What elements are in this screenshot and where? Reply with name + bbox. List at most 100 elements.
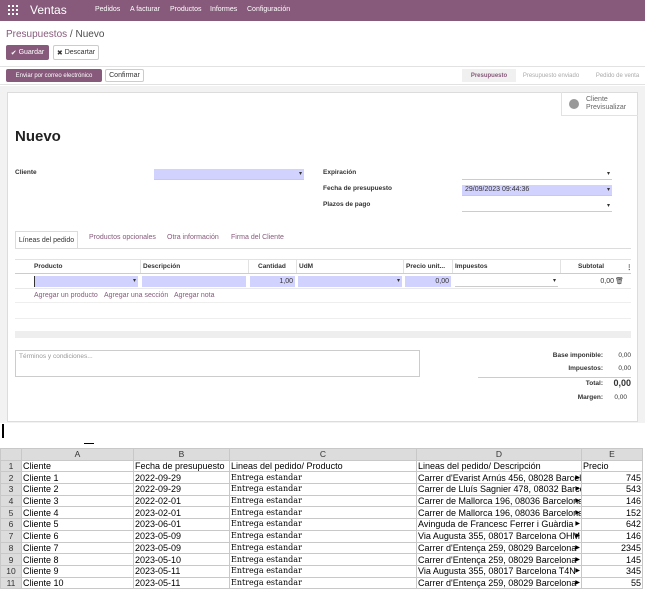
sheet-cell[interactable]: ▶ Carrer d'Entença 259, 08029 Barcelona bbox=[416, 576, 582, 590]
confirm-button[interactable]: Confirmar bbox=[105, 69, 144, 82]
sheet-cell[interactable]: ▶ Carrer d'Evarist Arnús 456, 08028 Barce… bbox=[416, 471, 582, 485]
sheet-cell[interactable]: Cliente 6 bbox=[21, 529, 134, 543]
sheet-cell[interactable]: ▶ Carrer de Mallorca 196, 08036 Barcelona bbox=[416, 506, 582, 520]
add-product-link[interactable]: Agregar un producto bbox=[34, 292, 98, 299]
sheet-cell[interactable]: Fecha de presupuesto bbox=[133, 459, 230, 473]
sheet-cell[interactable]: Cliente 2 bbox=[21, 483, 134, 496]
trash-icon[interactable]: 🗑 bbox=[615, 276, 625, 287]
row-number[interactable]: 8 bbox=[0, 541, 22, 555]
sheet-cell[interactable]: 745 bbox=[581, 471, 643, 485]
add-note-link[interactable]: Agregar nota bbox=[174, 292, 214, 299]
sheet-cell[interactable]: Entrega estandar bbox=[229, 553, 417, 566]
row-number[interactable]: 5 bbox=[0, 506, 22, 520]
breadcrumb-parent[interactable]: Presupuestos bbox=[6, 29, 67, 40]
sheet-cell[interactable]: Entrega estandar bbox=[229, 541, 417, 555]
quantity-input[interactable]: 1,00 bbox=[250, 276, 295, 287]
sheet-cell[interactable]: ▶ Carrer d'Entença 259, 08029 Barcelona bbox=[416, 541, 582, 555]
col-quantity[interactable]: Cantidad bbox=[258, 263, 286, 270]
row-number[interactable]: 4 bbox=[0, 494, 22, 508]
sheet-cell[interactable]: 55 bbox=[581, 576, 643, 590]
customer-input[interactable]: ▾ bbox=[154, 169, 304, 180]
sheet-cell[interactable]: Entrega estandar bbox=[229, 494, 417, 508]
tab-optional-products[interactable]: Productos opcionales bbox=[89, 234, 156, 241]
expiration-input[interactable]: ▾ bbox=[462, 169, 612, 180]
sheet-cell[interactable]: 2023-02-01 bbox=[133, 506, 230, 520]
row-number[interactable]: 2 bbox=[0, 471, 22, 485]
sheet-cell[interactable]: 2345 bbox=[581, 541, 643, 555]
sheet-cell[interactable]: 146 bbox=[581, 494, 643, 508]
row-number[interactable]: 9 bbox=[0, 553, 22, 566]
sheet-cell[interactable]: ▶ Carrer de Mallorca 196, 08036 Barcelona bbox=[416, 494, 582, 508]
row-number[interactable]: 10 bbox=[0, 564, 22, 578]
sheet-cell[interactable]: 2022-09-29 bbox=[133, 483, 230, 496]
nav-informes[interactable]: Informes bbox=[210, 6, 237, 13]
sheet-cell[interactable]: 2023-05-11 bbox=[133, 564, 230, 578]
row-number[interactable]: 3 bbox=[0, 483, 22, 496]
taxes-input[interactable]: ▾ bbox=[455, 276, 558, 287]
sheet-cell[interactable]: Entrega estandar bbox=[229, 471, 417, 485]
nav-configuracion[interactable]: Configuración bbox=[247, 6, 290, 13]
sheet-cell[interactable]: 2023-05-11 bbox=[133, 576, 230, 590]
product-input[interactable]: ▾ bbox=[34, 276, 138, 287]
sheet-cell[interactable]: Entrega estandar bbox=[229, 518, 417, 531]
sheet-cell[interactable]: Cliente 9 bbox=[21, 564, 134, 578]
row-number[interactable]: 6 bbox=[0, 518, 22, 531]
stage-presupuesto[interactable]: Presupuesto bbox=[462, 69, 516, 82]
column-options-icon[interactable]: ⋮ bbox=[626, 263, 633, 271]
sheet-cell[interactable]: ▶ Via Augusta 355, 08017 Barcelona T4N bbox=[416, 564, 582, 578]
col-description[interactable]: Descripción bbox=[143, 263, 180, 270]
sheet-cell[interactable]: Cliente 10 bbox=[21, 576, 134, 590]
tab-customer-signature[interactable]: Firma del Cliente bbox=[231, 234, 284, 241]
col-taxes[interactable]: Impuestos bbox=[455, 263, 488, 270]
row-number[interactable]: 11 bbox=[0, 576, 22, 590]
sheet-cell[interactable]: 152 bbox=[581, 506, 643, 520]
app-menu-icon[interactable] bbox=[8, 5, 18, 15]
col-uom[interactable]: UdM bbox=[299, 263, 313, 270]
sheet-cell[interactable]: 2023-05-09 bbox=[133, 541, 230, 555]
sheet-cell[interactable]: Cliente 7 bbox=[21, 541, 134, 555]
sheet-cell[interactable]: Lineas del pedido/ Producto bbox=[229, 459, 417, 473]
tab-other-info[interactable]: Otra información bbox=[167, 234, 219, 241]
col-subtotal[interactable]: Subtotal bbox=[578, 263, 604, 270]
terms-textarea[interactable]: Términos y condiciones... bbox=[15, 350, 420, 377]
quote-date-input[interactable]: 29/09/2023 09:44:36 ▾ bbox=[462, 185, 612, 196]
tab-order-lines[interactable]: Líneas del pedido bbox=[15, 231, 78, 248]
column-header-d[interactable]: D bbox=[416, 448, 582, 461]
row-number[interactable]: 1 bbox=[0, 459, 22, 473]
send-email-button[interactable]: Enviar por correo electrónico bbox=[6, 69, 102, 82]
sheet-cell[interactable]: Entrega estandar bbox=[229, 483, 417, 496]
payment-terms-input[interactable]: ▾ bbox=[462, 201, 612, 212]
sheet-cell[interactable]: 146 bbox=[581, 529, 643, 543]
sheet-cell[interactable]: Cliente bbox=[21, 459, 134, 473]
column-header-a[interactable]: A bbox=[21, 448, 134, 461]
sheet-cell[interactable]: Cliente 8 bbox=[21, 553, 134, 566]
column-header-c[interactable]: C bbox=[229, 448, 417, 461]
sheet-cell[interactable]: 642 bbox=[581, 518, 643, 531]
description-input[interactable] bbox=[142, 276, 246, 287]
sheet-cell[interactable]: Entrega estandar bbox=[229, 564, 417, 578]
sheet-cell[interactable]: Cliente 1 bbox=[21, 471, 134, 485]
sheet-cell[interactable]: Precio bbox=[581, 459, 643, 473]
nav-a-facturar[interactable]: A facturar bbox=[130, 6, 160, 13]
column-header-b[interactable]: B bbox=[133, 448, 230, 461]
sheet-cell[interactable]: Lineas del pedido/ Descripción bbox=[416, 459, 582, 473]
col-product[interactable]: Producto bbox=[34, 263, 63, 270]
sheet-cell[interactable]: Entrega estandar bbox=[229, 529, 417, 543]
save-button[interactable]: ✔ Guardar bbox=[6, 45, 49, 60]
stage-pedido-de-venta[interactable]: Pedido de venta bbox=[590, 69, 645, 82]
sheet-cell[interactable]: 2023-05-09 bbox=[133, 529, 230, 543]
sheet-cell[interactable]: Cliente 4 bbox=[21, 506, 134, 520]
col-unit-price[interactable]: Precio unit... bbox=[406, 263, 445, 270]
add-section-link[interactable]: Agregar una sección bbox=[104, 292, 168, 299]
sheet-cell[interactable]: Entrega estandar bbox=[229, 576, 417, 590]
sheet-cell[interactable]: ▶ Avinguda de Francesc Ferrer i Guàrdia bbox=[416, 518, 582, 531]
sheet-cell[interactable]: 2023-06-01 bbox=[133, 518, 230, 531]
sheet-cell[interactable]: 2022-09-29 bbox=[133, 471, 230, 485]
sheet-cell[interactable]: 345 bbox=[581, 564, 643, 578]
sheet-cell[interactable]: ▶ Carrer de Lluís Sagnier 478, 08032 Barc… bbox=[416, 483, 582, 496]
row-number[interactable]: 7 bbox=[0, 529, 22, 543]
sheet-cell[interactable]: Cliente 3 bbox=[21, 494, 134, 508]
discard-button[interactable]: ✖ Descartar bbox=[53, 45, 99, 60]
unit-price-input[interactable]: 0,00 bbox=[405, 276, 451, 287]
sheet-cell[interactable]: ▶ Carrer d'Entença 259, 08029 Barcelona bbox=[416, 553, 582, 566]
